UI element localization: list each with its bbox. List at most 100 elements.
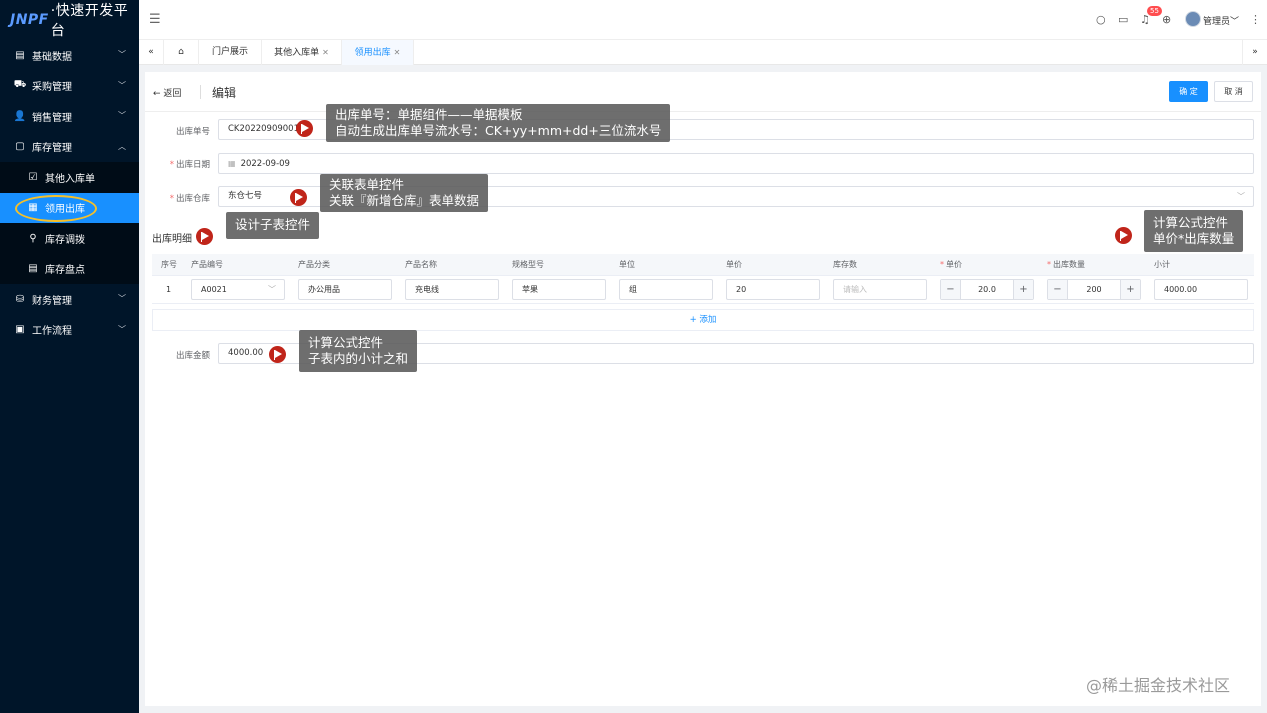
unit-input[interactable]: 组 xyxy=(619,279,713,300)
header-divider xyxy=(200,85,201,99)
stock-input[interactable]: 请输入 xyxy=(833,279,927,300)
top-header: ☰ ○ ▭ ♫ 55 ⊕ 管理员﹀ ⋮ xyxy=(139,0,1267,40)
chevron-down-icon: ﹀ xyxy=(268,285,276,294)
search-icon[interactable]: ○ xyxy=(1096,13,1106,26)
globe-icon[interactable]: ⊕ xyxy=(1162,13,1171,26)
col-unit-price: * 单价 xyxy=(940,260,962,269)
notification-badge: 55 xyxy=(1147,6,1162,16)
list-icon: ▤ xyxy=(28,263,38,275)
unit-price-stepper[interactable]: − 20.0 + xyxy=(940,279,1034,300)
sidebar-item-sales[interactable]: 👤 销售管理 ﹀ xyxy=(0,101,139,132)
sidebar-item-label: 销售管理 xyxy=(32,112,72,124)
col-product-code: 产品编号 xyxy=(191,260,223,269)
edit-form-panel: ← 返回 编辑 确 定 取 消 出库单号 CK20220909001 * 出库日期… xyxy=(145,72,1261,706)
minus-icon[interactable]: − xyxy=(1048,280,1068,299)
chevron-down-icon: ﹀ xyxy=(118,80,126,90)
flag-icon xyxy=(196,228,213,245)
edit-icon: ☑ xyxy=(28,171,38,183)
flag-icon xyxy=(296,120,313,137)
sidebar-item-label: 采购管理 xyxy=(32,82,72,94)
spec-input[interactable]: 苹果 xyxy=(512,279,606,300)
warehouse-label: * 出库仓库 xyxy=(169,194,210,204)
quantity-value[interactable]: 200 xyxy=(1068,280,1120,299)
sidebar: JNPF ·快速开发平台 ▤ 基础数据 ﹀ ⛟ 采购管理 ﹀ 👤 销售管理 ﹀ … xyxy=(0,0,139,713)
col-price: 单价 xyxy=(726,260,742,269)
flag-icon xyxy=(290,189,307,206)
callout-amount-formula: 计算公式控件 子表内的小计之和 xyxy=(299,330,418,372)
confirm-button[interactable]: 确 定 xyxy=(1169,81,1208,102)
username[interactable]: 管理员﹀ xyxy=(1203,14,1239,27)
sidebar-item-other-inbound[interactable]: ☑ 其他入库单 xyxy=(0,162,139,193)
plus-icon[interactable]: + xyxy=(1120,280,1140,299)
flag-icon xyxy=(269,346,286,363)
product-name-input[interactable]: 充电线 xyxy=(405,279,499,300)
detail-section-title: 出库明细 xyxy=(152,234,192,245)
unit-price-value[interactable]: 20.0 xyxy=(961,280,1013,299)
sidebar-item-label: 库存调拨 xyxy=(45,234,85,246)
tab-bar: « ⌂ 门户展示 其他入库单 ✕ 领用出库 ✕ » xyxy=(139,40,1267,65)
callout-warehouse: 关联表单控件 关联『新增仓库』表单数据 xyxy=(320,174,489,212)
col-category: 产品分类 xyxy=(298,260,330,269)
close-icon[interactable]: ✕ xyxy=(394,48,401,57)
transfer-icon: ⚲ xyxy=(29,232,37,244)
back-button[interactable]: ← 返回 xyxy=(153,86,181,99)
order-no-label: 出库单号 xyxy=(175,127,210,137)
calendar-icon: ▦ xyxy=(228,159,236,168)
avatar[interactable] xyxy=(1185,11,1201,27)
col-spec: 规格型号 xyxy=(512,260,544,269)
tab-other-inbound[interactable]: 其他入库单 ✕ xyxy=(262,40,342,65)
plus-icon[interactable]: + xyxy=(1013,280,1033,299)
home-icon[interactable]: ⌂ xyxy=(164,40,199,65)
watermark: @稀土掘金技术社区 xyxy=(1086,676,1231,695)
sidebar-item-label: 库存盘点 xyxy=(45,265,85,277)
sidebar-item-stock-transfer[interactable]: ⚲ 库存调拨 xyxy=(0,223,139,254)
sidebar-item-label: 其他入库单 xyxy=(45,173,95,185)
tab-portal[interactable]: 门户展示 xyxy=(199,40,262,65)
logo-text: ·快速开发平台 xyxy=(50,3,129,39)
callout-subtotal-formula: 计算公式控件 单价*出库数量 xyxy=(1144,210,1244,252)
col-unit: 单位 xyxy=(619,260,635,269)
sidebar-item-workflow[interactable]: ▣ 工作流程 ﹀ xyxy=(0,315,139,346)
quantity-stepper[interactable]: − 200 + xyxy=(1047,279,1141,300)
sidebar-item-finance[interactable]: ⛁ 财务管理 ﹀ xyxy=(0,284,139,315)
app-logo[interactable]: JNPF ·快速开发平台 xyxy=(0,0,139,40)
col-subtotal: 小计 xyxy=(1154,260,1170,269)
chevron-down-icon: ﹀ xyxy=(1237,192,1245,201)
message-icon[interactable]: ▭ xyxy=(1118,13,1128,26)
close-icon[interactable]: ✕ xyxy=(322,48,329,57)
header-line xyxy=(145,111,1261,112)
cancel-button[interactable]: 取 消 xyxy=(1214,81,1253,102)
tab-scroll-left-icon[interactable]: « xyxy=(139,40,164,65)
document-icon: ▤ xyxy=(15,49,25,61)
more-vertical-icon[interactable]: ⋮ xyxy=(1250,13,1261,26)
subtable-header: 序号 产品编号 产品分类 产品名称 规格型号 单位 单价 库存数 * 单价 * 出库… xyxy=(152,254,1254,276)
callout-subtable: 设计子表控件 xyxy=(226,212,320,239)
sidebar-item-basic-data[interactable]: ▤ 基础数据 ﹀ xyxy=(0,40,139,71)
highlight-ring xyxy=(15,194,97,222)
date-field[interactable]: ▦ 2022-09-09 xyxy=(218,153,1254,174)
sidebar-item-inventory[interactable]: ▢ 库存管理 ︿ xyxy=(0,132,139,163)
menu-fold-icon[interactable]: ☰ xyxy=(149,12,161,27)
tab-scroll-right-icon[interactable]: » xyxy=(1242,40,1267,65)
sidebar-item-label: 基础数据 xyxy=(32,51,72,63)
chevron-down-icon: ﹀ xyxy=(118,294,126,303)
sidebar-item-requisition-outbound[interactable]: ▦ 领用出库 xyxy=(0,192,139,223)
subtotal-field[interactable]: 4000.00 xyxy=(1154,279,1248,300)
callout-order-no: 出库单号：单据组件——单据模板 自动生成出库单号流水号：CK+yy+mm+dd+… xyxy=(326,104,671,142)
price-input[interactable]: 20 xyxy=(726,279,820,300)
category-input[interactable]: 办公用品 xyxy=(298,279,392,300)
sidebar-item-purchase[interactable]: ⛟ 采购管理 ﹀ xyxy=(0,71,139,102)
col-product-name: 产品名称 xyxy=(405,260,437,269)
date-label: * 出库日期 xyxy=(169,160,210,170)
row-index: 1 xyxy=(166,285,172,294)
chevron-down-icon: ﹀ xyxy=(118,324,126,334)
tab-requisition-outbound[interactable]: 领用出库 ✕ xyxy=(342,40,414,65)
table-row: 1 A0021 ﹀ 办公用品 充电线 苹果 组 20 请输入 − 20.0 + … xyxy=(152,276,1254,304)
minus-icon[interactable]: − xyxy=(941,280,961,299)
sidebar-item-label: 财务管理 xyxy=(32,295,72,307)
product-code-select[interactable]: A0021 ﹀ xyxy=(191,279,285,300)
amount-label: 出库金额 xyxy=(175,351,210,361)
sidebar-item-stock-count[interactable]: ▤ 库存盘点 xyxy=(0,253,139,284)
add-row-button[interactable]: + 添加 xyxy=(152,309,1254,331)
chevron-up-icon: ︿ xyxy=(118,141,126,151)
